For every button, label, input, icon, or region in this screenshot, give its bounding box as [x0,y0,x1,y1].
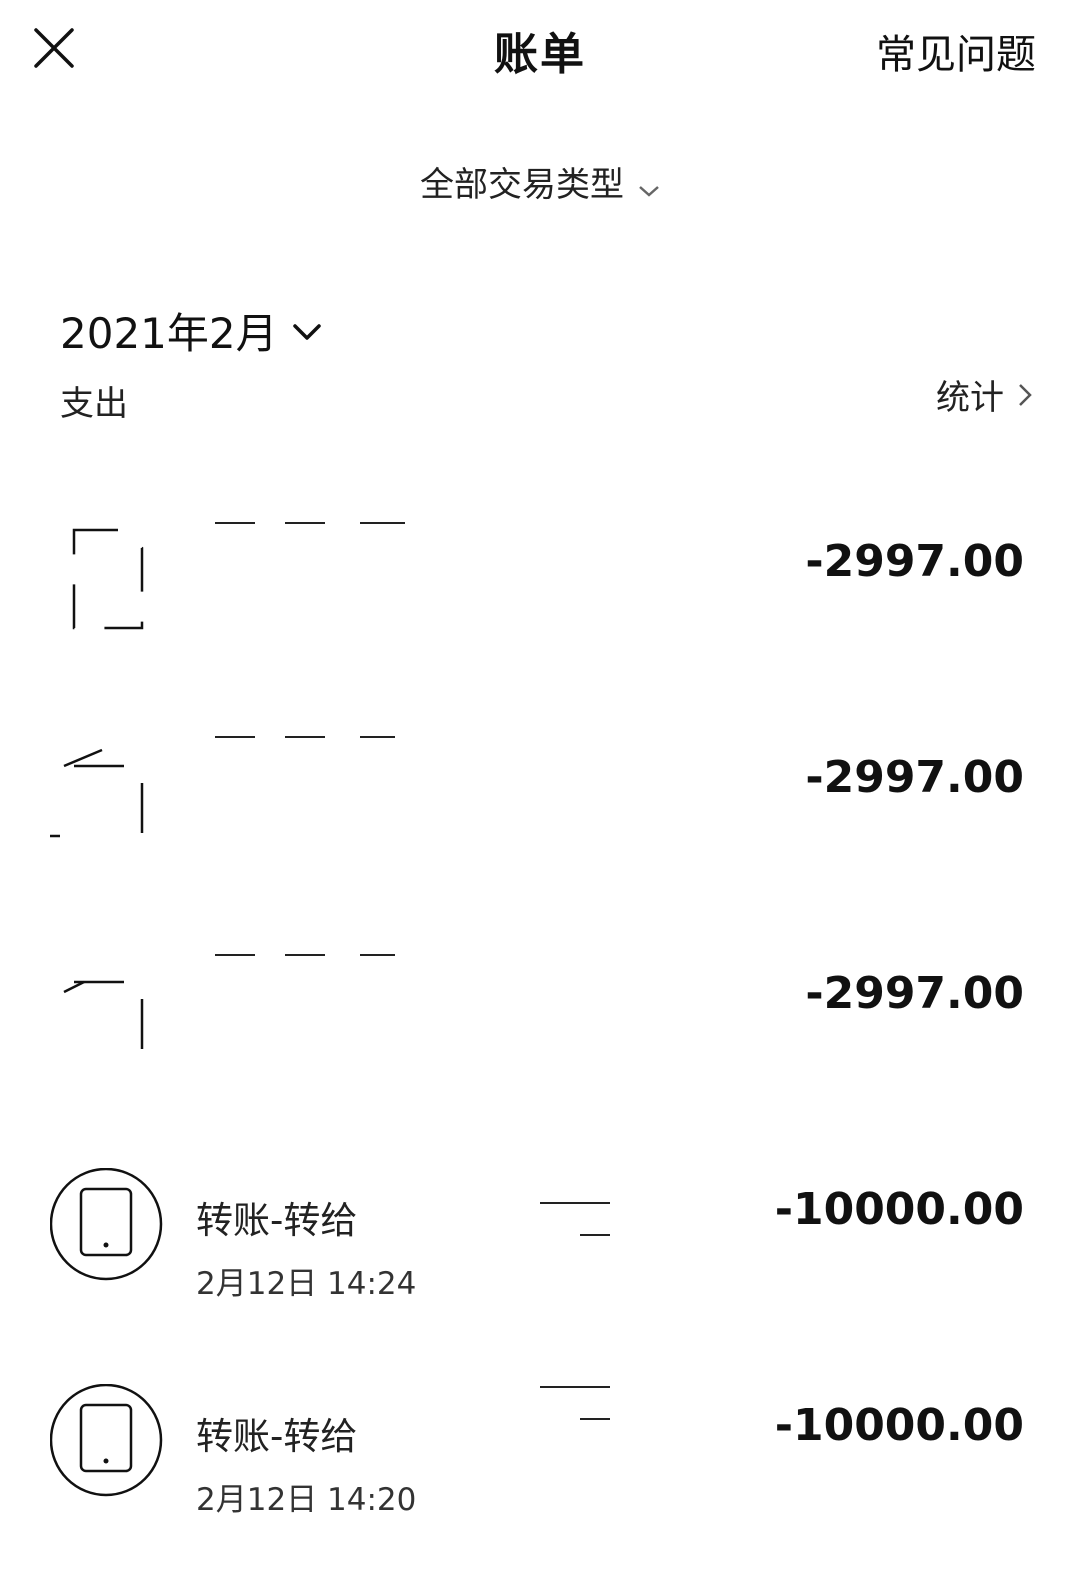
filter-label: 全部交易类型 [420,165,624,205]
phone-icon [49,1383,163,1497]
month-selector[interactable]: 2021年2月 [60,300,322,361]
stats-link[interactable]: 统计 [936,370,1032,419]
transaction-title: 转账-转给 [196,1415,358,1458]
transaction-amount: -2997.00 [805,968,1024,1019]
document-icon [36,736,160,870]
month-label: 2021年2月 [60,309,278,358]
transaction-row[interactable]: 转账-转给 2月12日 14:20 -10000.00 [0,1356,1080,1571]
transaction-row[interactable]: -2997.00 [0,924,1080,1139]
transaction-amount: -10000.00 [774,1400,1024,1451]
document-icon [36,952,160,1086]
transaction-row[interactable]: -2997.00 [0,708,1080,923]
expense-label: 支出 [60,384,128,424]
close-icon [34,28,74,68]
chevron-down-icon [292,323,321,340]
faq-link[interactable]: 常见问题 [876,22,1036,80]
transaction-amount: -2997.00 [805,536,1024,587]
transaction-amount: -10000.00 [774,1184,1024,1235]
transaction-row[interactable]: 转账-转给 2月12日 14:24 -10000.00 [0,1140,1080,1355]
close-button[interactable] [26,20,82,76]
chevron-right-icon [1019,383,1032,406]
phone-icon [49,1167,163,1281]
stats-label: 统计 [936,378,1004,418]
transaction-type-filter[interactable]: 全部交易类型 [0,157,1080,207]
transaction-time: 2月12日 14:24 [196,1266,417,1302]
transaction-title: 转账-转给 [196,1199,358,1242]
transaction-time: 2月12日 14:20 [196,1482,417,1518]
transaction-amount: -2997.00 [805,752,1024,803]
transaction-row[interactable]: -2997.00 [0,492,1080,707]
chevron-down-icon [638,167,660,207]
document-icon [36,520,160,630]
